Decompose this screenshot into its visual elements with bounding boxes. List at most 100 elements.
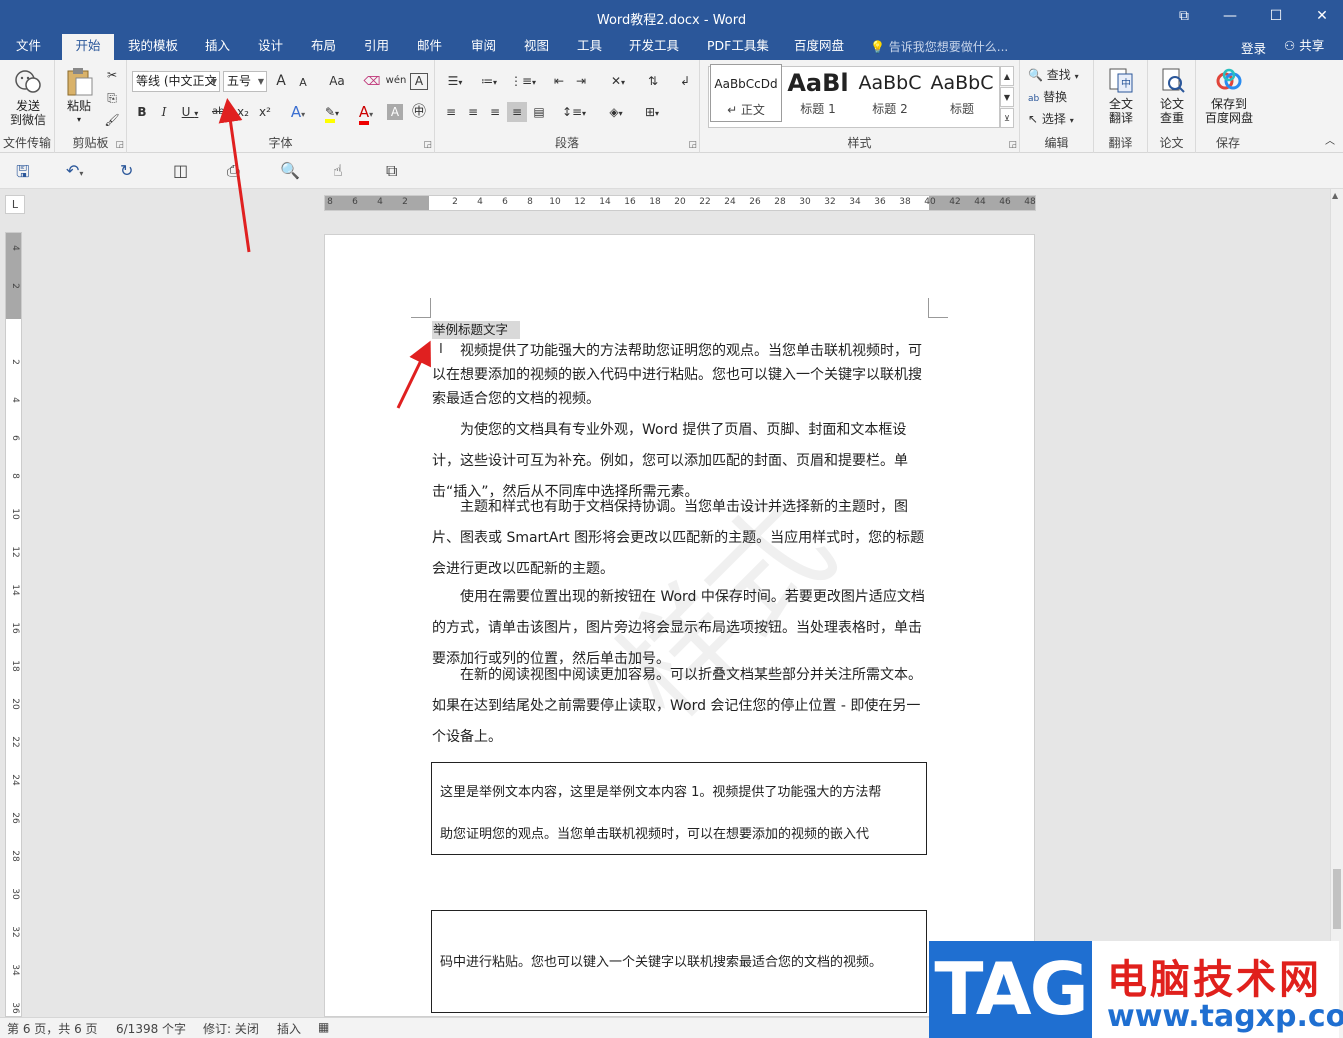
share-button[interactable]: ⚇ 共享 (1280, 36, 1334, 58)
tab-home[interactable]: 开始 (62, 34, 114, 60)
page-count[interactable]: 第 6 页，共 6 页 (7, 1020, 98, 1037)
clipboard-launcher-icon[interactable]: ◲ (115, 140, 124, 150)
redo-icon[interactable]: ↻ (120, 161, 133, 180)
track-changes-status[interactable]: 修订: 关闭 (203, 1020, 259, 1037)
print-preview-icon[interactable]: 🔍 (280, 161, 300, 180)
character-border-button[interactable]: A (410, 73, 428, 90)
change-case-button[interactable]: Aa (323, 71, 351, 91)
styles-launcher-icon[interactable]: ◲ (1008, 140, 1017, 150)
grow-font-button[interactable]: A (272, 71, 290, 91)
scroll-up-icon[interactable]: ▲ (1332, 191, 1338, 200)
styles-more-icon[interactable]: ⊻ (1000, 108, 1014, 128)
login-button[interactable]: 登录 (1241, 38, 1266, 57)
ribbon-display-options-button[interactable]: ⧉ (1161, 0, 1207, 34)
italic-button[interactable]: I (155, 102, 173, 122)
save-to-baidu-button[interactable]: 保存到 百度网盘 (1200, 66, 1258, 125)
find-button[interactable]: 🔍 查找 ▾ (1028, 65, 1092, 85)
clear-format-icon[interactable]: ⌫ (363, 71, 381, 91)
tab-selector[interactable]: L (5, 195, 25, 214)
undo-icon[interactable]: ↶▾ (66, 161, 83, 180)
distributed-icon[interactable]: ▤ (529, 102, 549, 122)
vertical-scrollbar[interactable]: ▲ (1330, 189, 1343, 1017)
macro-record-icon[interactable]: ▦ (318, 1020, 329, 1034)
chinese-layout-icon[interactable]: ✕▾ (603, 71, 633, 91)
align-right-icon[interactable]: ≡ (485, 102, 505, 122)
increase-indent-icon[interactable]: ⇥ (571, 71, 591, 91)
underline-button[interactable]: U ▾ (177, 102, 203, 122)
subscript-button[interactable]: x₂ (233, 102, 253, 122)
tab-my-templates[interactable]: 我的模板 (124, 34, 182, 60)
styles-scroll-down-icon[interactable]: ▼ (1000, 87, 1014, 107)
replace-button[interactable]: ab 替换 (1028, 87, 1092, 107)
new-document-icon[interactable]: ⧉ (386, 161, 397, 181)
paste-button[interactable]: 粘贴 ▾ (61, 66, 97, 127)
tab-baidu-netdisk[interactable]: 百度网盘 (790, 34, 848, 60)
send-to-wechat-button[interactable]: 发送 到微信 (6, 68, 50, 127)
paragraph-launcher-icon[interactable]: ◲ (688, 140, 697, 150)
text-effects-icon[interactable]: A▾ (285, 102, 311, 122)
minimize-button[interactable]: — (1207, 0, 1253, 34)
tab-tools[interactable]: 工具 (573, 34, 606, 60)
paper-check-button[interactable]: 论文 查重 (1151, 66, 1193, 125)
maximize-button[interactable]: ☐ (1253, 0, 1299, 34)
text-box-2[interactable]: 码中进行粘贴。您也可以键入一个关键字以联机搜索最适合您的文档的视频。 (431, 910, 927, 1013)
sort-icon[interactable]: ⇅ (643, 71, 663, 91)
tell-me-box[interactable]: 💡 告诉我您想要做什么... (870, 38, 1008, 55)
selected-heading-text[interactable]: 举例标题文字 (432, 321, 521, 339)
strikethrough-button[interactable]: abc (209, 102, 233, 122)
full-translate-button[interactable]: 中 全文 翻译 (1099, 66, 1143, 125)
align-left-icon[interactable]: ≡ (441, 102, 461, 122)
paragraph-5[interactable]: 在新的阅读视图中阅读更加容易。可以折叠文档某些部分并关注所需文本。如果在达到结尾… (432, 660, 927, 753)
decrease-indent-icon[interactable]: ⇤ (549, 71, 569, 91)
tab-file[interactable]: 文件 (12, 34, 45, 60)
phonetic-guide-button[interactable]: wén (385, 71, 407, 91)
shrink-font-button[interactable]: A (294, 73, 312, 93)
close-button[interactable]: ✕ (1299, 0, 1343, 34)
enclose-characters-icon[interactable]: ㊥ (409, 102, 429, 122)
text-box-1[interactable]: 这里是举例文本内容，这里是举例文本内容 1。视频提供了功能强大的方法帮 助您证明… (431, 762, 927, 855)
vertical-ruler[interactable]: 4 2 2 4 6 8 10 12 14 16 18 20 22 24 26 28 30 32 34 36 (5, 232, 22, 1017)
style-heading-2[interactable]: AaBbC 标题 2 (854, 64, 926, 122)
style-normal[interactable]: AaBbCcDd ↵ 正文 (710, 64, 782, 122)
character-shading-icon[interactable]: A (387, 104, 403, 120)
insert-mode-status[interactable]: 插入 (277, 1020, 301, 1037)
bullets-icon[interactable]: ☰▾ (441, 71, 469, 91)
tab-view[interactable]: 视图 (520, 34, 553, 60)
horizontal-ruler[interactable]: 8 6 4 2 2 4 6 8 10 12 14 16 18 20 22 24 26 28 30 32 34 36 38 40… (324, 195, 1036, 211)
read-mode-icon[interactable]: ◫ (173, 161, 188, 180)
save-icon[interactable]: 🖫 (16, 161, 30, 188)
shading-icon[interactable]: ◈▾ (601, 102, 631, 122)
tab-review[interactable]: 审阅 (467, 34, 500, 60)
scrollbar-thumb[interactable] (1333, 869, 1341, 929)
collapse-ribbon-icon[interactable]: ︿ (1322, 132, 1338, 152)
tab-layout[interactable]: 布局 (307, 34, 340, 60)
borders-icon[interactable]: ⊞▾ (637, 102, 667, 122)
word-count[interactable]: 6/1398 个字 (116, 1020, 186, 1037)
tab-references[interactable]: 引用 (360, 34, 393, 60)
style-heading-1[interactable]: AaBl 标题 1 (782, 64, 854, 122)
line-spacing-icon[interactable]: ↕≡▾ (559, 102, 589, 122)
tab-design[interactable]: 设计 (254, 34, 287, 60)
tab-pdf-tools[interactable]: PDF工具集 (703, 34, 773, 60)
document-page[interactable]: 样式 举例标题文字 I 视频提供了功能强大的方法帮助您证明您的观点。当您单击联机… (324, 234, 1035, 1017)
font-name-combo[interactable]: 等线 (中文正文 ▼ (132, 71, 220, 92)
cut-icon[interactable]: ✂ (103, 65, 121, 85)
multilevel-list-icon[interactable]: ⋮≡▾ (509, 71, 537, 91)
format-painter-icon[interactable]: 🖌 (103, 110, 121, 130)
justify-icon[interactable]: ≡ (507, 102, 527, 122)
select-button[interactable]: ↖ 选择 ▾ (1028, 109, 1092, 129)
styles-scroll-up-icon[interactable]: ▲ (1000, 66, 1014, 86)
numbering-icon[interactable]: ≔▾ (475, 71, 503, 91)
paragraph-3[interactable]: 主题和样式也有助于文档保持协调。当您单击设计并选择新的主题时，图片、图表或 Sm… (432, 492, 927, 585)
show-marks-icon[interactable]: ↲ (675, 71, 695, 91)
tab-mailings[interactable]: 邮件 (413, 34, 446, 60)
align-center-icon[interactable]: ≡ (463, 102, 483, 122)
print-layout-icon[interactable]: ⎙ (227, 161, 240, 181)
superscript-button[interactable]: x² (255, 102, 275, 122)
copy-icon[interactable]: ⎘ (103, 88, 121, 108)
touch-mode-icon[interactable]: ☝ (333, 161, 343, 180)
font-size-combo[interactable]: 五号 ▼ (223, 71, 267, 92)
style-title[interactable]: AaBbC 标题 (926, 64, 998, 122)
tab-insert[interactable]: 插入 (201, 34, 234, 60)
font-color-icon[interactable]: A▾ (351, 102, 381, 125)
